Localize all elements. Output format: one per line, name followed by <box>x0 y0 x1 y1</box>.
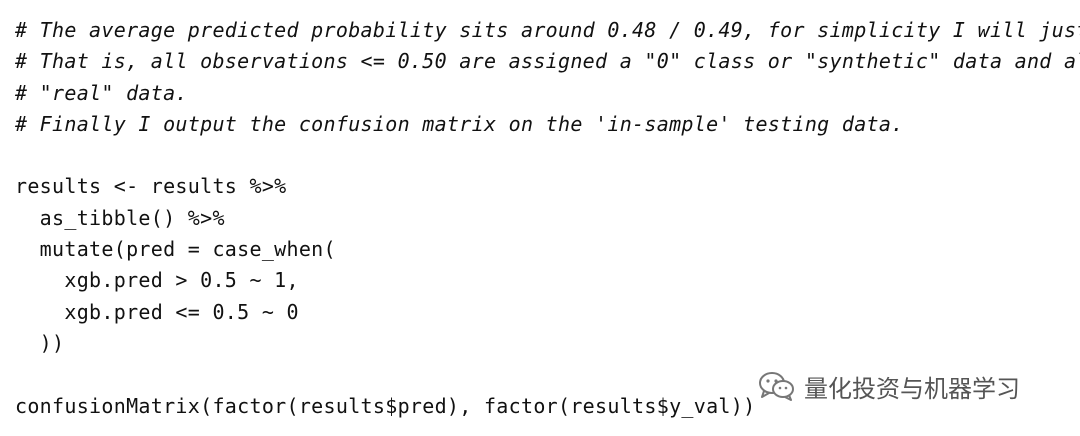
code-line: xgb.pred <= 0.5 ~ 0 <box>15 299 299 324</box>
code-line-comment: # Finally I output the confusion matrix … <box>15 111 904 136</box>
watermark-text: 量化投资与机器学习 <box>804 374 1020 403</box>
code-line: results <- results %>% <box>15 174 287 199</box>
code-line: mutate(pred = case_when( <box>15 237 336 262</box>
wechat-icon <box>759 372 794 401</box>
code-line: )) <box>15 330 65 355</box>
code-line: xgb.pred > 0.5 ~ 1, <box>15 268 299 293</box>
code-line-comment: # The average predicted probability sits… <box>15 18 1080 42</box>
wechat-watermark: 量化投资与机器学习 <box>758 366 1020 406</box>
code-line: as_tibble() %>% <box>15 205 225 230</box>
code-line-comment: # That is, all observations <= 0.50 are … <box>15 49 1080 74</box>
code-line-comment: # "real" data. <box>15 80 188 105</box>
